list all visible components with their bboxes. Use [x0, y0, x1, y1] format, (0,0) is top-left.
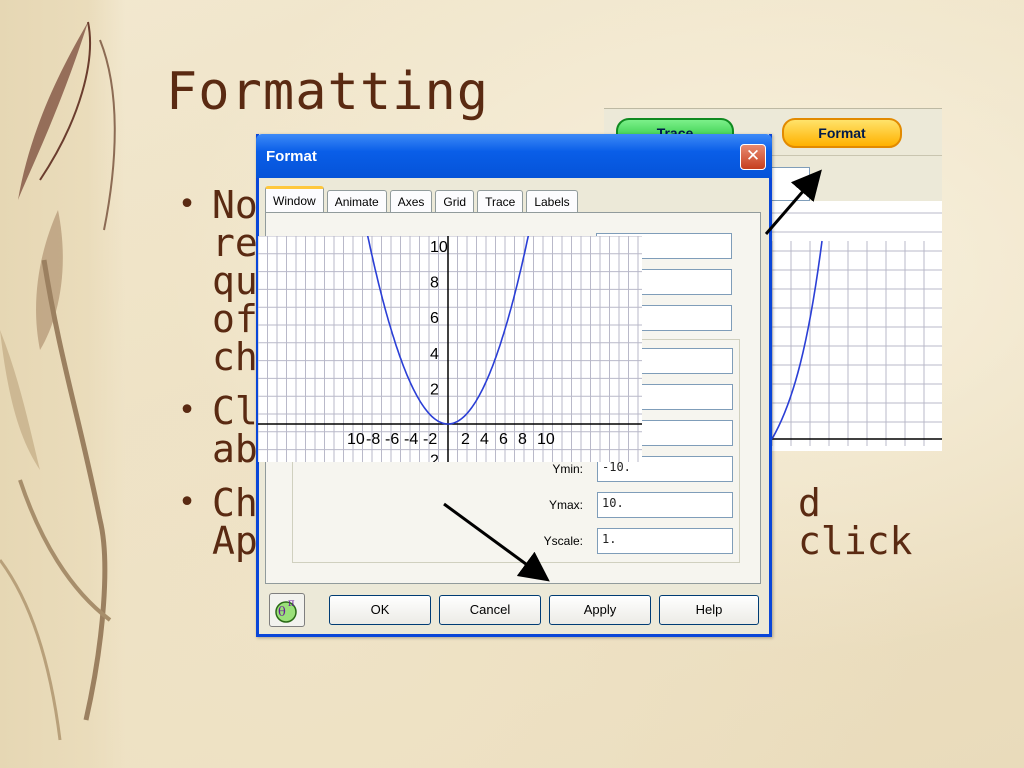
arrow-to-format-button: [764, 169, 822, 235]
annotation-arrows: [443, 169, 822, 582]
arrow-to-apply-button: [443, 502, 550, 582]
